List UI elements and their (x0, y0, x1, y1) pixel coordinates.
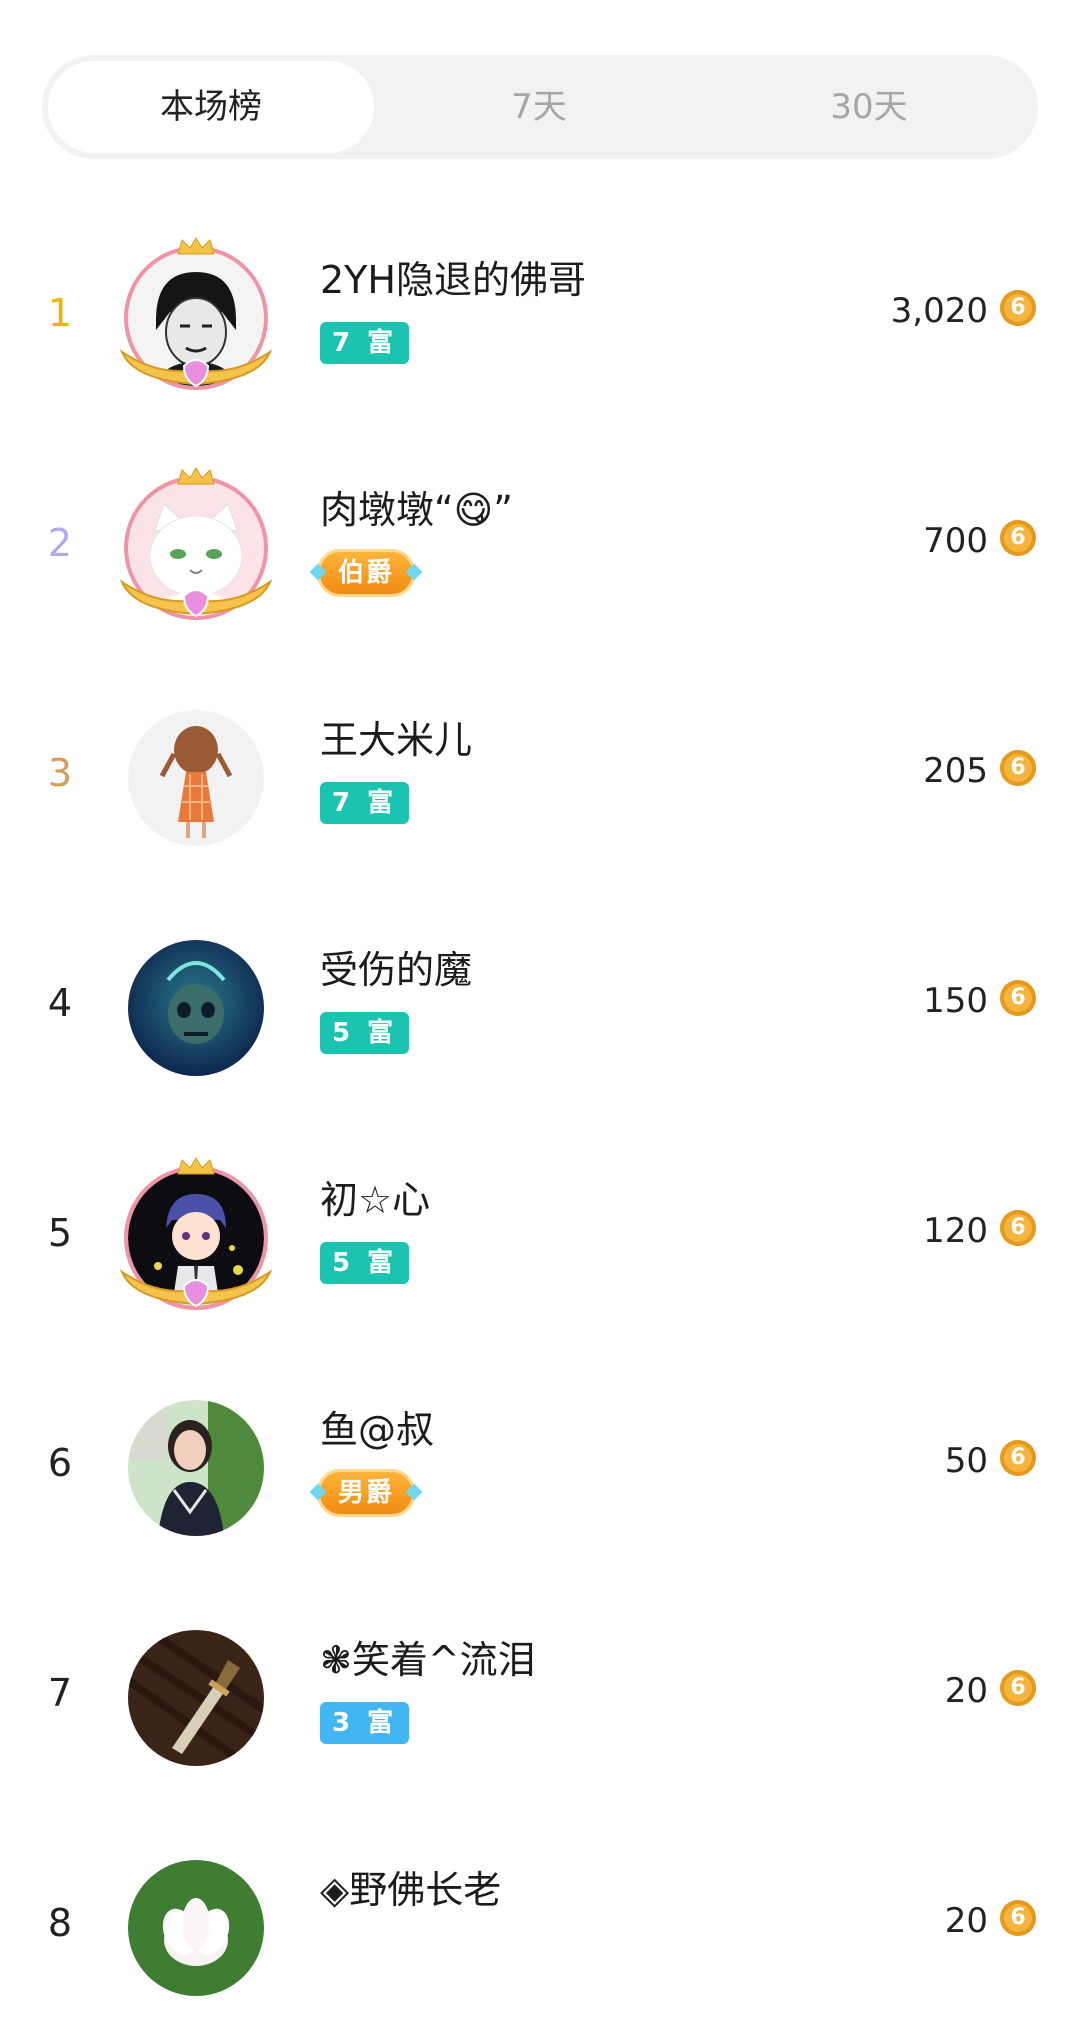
avatar[interactable] (124, 1392, 268, 1542)
user-name: 肉墩墩“😋” (320, 488, 513, 532)
crown-icon (177, 467, 215, 485)
leaderboard-row[interactable]: 6 鱼@叔 男爵 50 6 (0, 1348, 1080, 1578)
avatar[interactable] (119, 467, 273, 622)
coin-icon: 6 (1000, 1900, 1036, 1936)
contribution-score: 20 (944, 1671, 988, 1711)
coin-icon: 6 (1000, 1670, 1036, 1706)
coin-icon: 6 (1000, 520, 1036, 556)
lotus-avatar (128, 1860, 264, 1996)
level-badge: 7 富 (320, 782, 410, 824)
contribution-score: 700 (923, 521, 988, 561)
crown-icon (177, 237, 215, 255)
user-name: 鱼@叔 (320, 1408, 435, 1452)
leaderboard-row[interactable]: 3 王大米儿 7 富 205 6 (0, 658, 1080, 888)
rank-number: 7 (47, 1671, 73, 1715)
avatar[interactable] (124, 702, 268, 852)
dagger-avatar (128, 1630, 264, 1766)
user-name: 初☆心 (320, 1178, 431, 1222)
user-name: ❃笑着^流泪 (320, 1638, 536, 1682)
avatar[interactable] (119, 1157, 273, 1312)
user-name: 2YH隐退的佛哥 (320, 258, 586, 302)
girl-cartoon-avatar (128, 710, 264, 846)
leaderboard-row[interactable]: 8 ◈野佛长老 20 6 (0, 1808, 1080, 2038)
woman-photo-avatar (128, 1400, 264, 1536)
level-badge: 7 富 (320, 322, 410, 364)
level-badge: 5 富 (320, 1012, 410, 1054)
contribution-score: 120 (923, 1211, 988, 1251)
coin-icon: 6 (1000, 1440, 1036, 1476)
leaderboard-row[interactable]: 7 ❃笑着^流泪 3 富 20 6 (0, 1578, 1080, 1808)
coin-icon: 6 (1000, 750, 1036, 786)
rank-number: 6 (47, 1441, 73, 1485)
avatar[interactable] (124, 1852, 268, 2002)
user-name: 王大米儿 (320, 718, 473, 762)
user-name: 受伤的魔 (320, 948, 473, 992)
coin-icon: 6 (1000, 290, 1036, 326)
rank-number: 8 (47, 1901, 73, 1945)
time-range-tabs: 本场榜 7天 30天 (42, 55, 1038, 159)
user-name: ◈野佛长老 (320, 1868, 502, 1912)
tab-30-days[interactable]: 30天 (704, 55, 1034, 159)
wing-frame-icon (119, 349, 273, 388)
level-badge: 5 富 (320, 1242, 410, 1284)
rank-number: 3 (47, 751, 73, 795)
avatar[interactable] (124, 1622, 268, 1772)
crown-icon (177, 1157, 215, 1175)
wing-frame-icon (119, 1269, 273, 1308)
rank-number: 2 (47, 521, 73, 565)
leaderboard-row[interactable]: 4 受伤的魔 5 富 150 6 (0, 888, 1080, 1118)
skull-avatar (128, 940, 264, 1076)
coin-icon: 6 (1000, 980, 1036, 1016)
leaderboard-row[interactable]: 1 2YH隐退的佛哥 7 富 3,020 6 (0, 198, 1080, 428)
leaderboard-row[interactable]: 2 肉墩墩“😋” 伯爵 700 6 (0, 428, 1080, 658)
contribution-score: 150 (923, 981, 988, 1021)
level-badge: 3 富 (320, 1702, 410, 1744)
contribution-score: 50 (944, 1441, 988, 1481)
wing-frame-icon (119, 579, 273, 618)
coin-icon: 6 (1000, 1210, 1036, 1246)
level-badge: 伯爵 (320, 552, 413, 594)
level-badge: 男爵 (320, 1472, 413, 1514)
contribution-score: 205 (923, 751, 988, 791)
rank-number: 1 (47, 291, 73, 335)
avatar[interactable] (119, 237, 273, 392)
contribution-score: 20 (944, 1901, 988, 1941)
rank-number: 5 (47, 1211, 73, 1255)
tab-this-session[interactable]: 本场榜 (48, 61, 374, 153)
avatar[interactable] (124, 932, 268, 1082)
leaderboard-row[interactable]: 5 初☆心 5 富 120 6 (0, 1118, 1080, 1348)
tab-7-days[interactable]: 7天 (374, 55, 704, 159)
contribution-score: 3,020 (890, 291, 988, 331)
rank-number: 4 (47, 981, 73, 1025)
